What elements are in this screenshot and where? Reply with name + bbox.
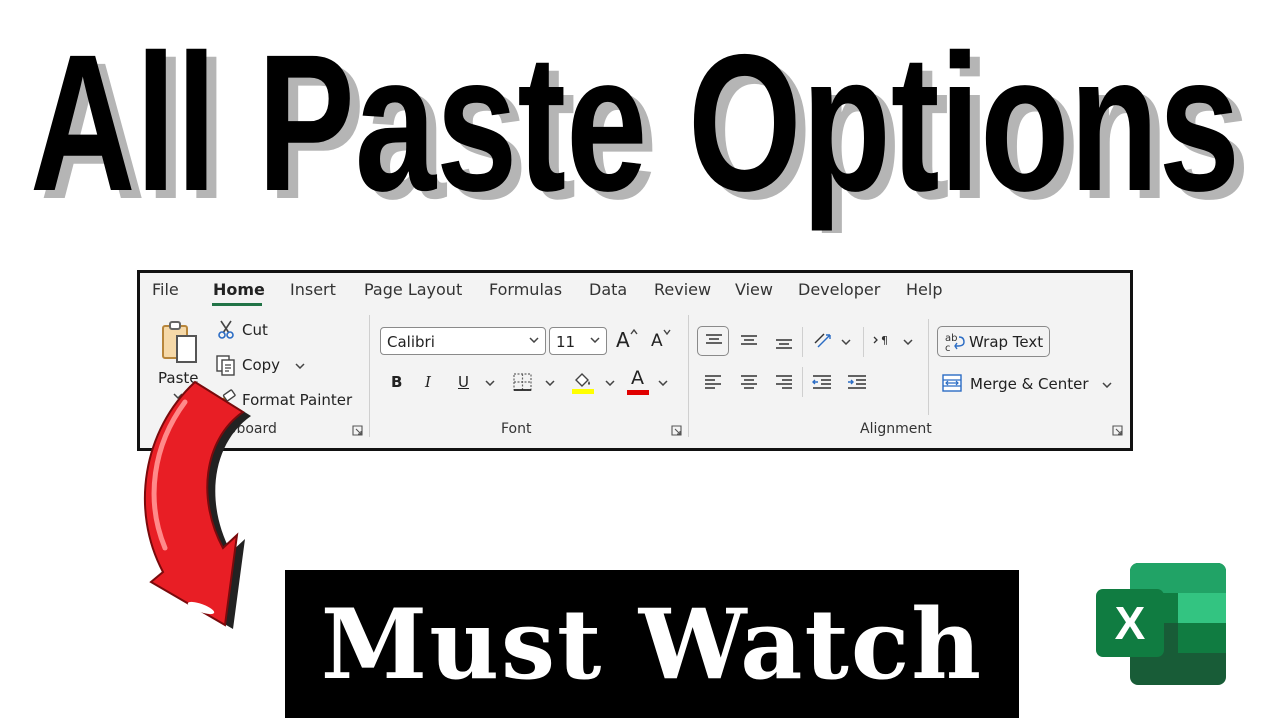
small-separator <box>802 327 803 357</box>
bold-button[interactable]: B <box>391 373 402 391</box>
small-separator <box>863 327 864 357</box>
merge-icon <box>942 374 962 392</box>
wrap-icon: ab c <box>945 333 965 353</box>
excel-icon: X <box>1096 563 1226 685</box>
clipboard-icon[interactable] <box>160 319 200 365</box>
svg-text:¶: ¶ <box>881 334 888 347</box>
tab-data[interactable]: Data <box>589 280 627 299</box>
top-align-button[interactable] <box>697 326 729 356</box>
border-icon[interactable] <box>512 372 534 392</box>
align-right-icon[interactable] <box>774 373 794 391</box>
underline-dropdown-icon[interactable] <box>485 380 495 386</box>
cut-button[interactable]: Cut <box>242 321 268 339</box>
small-separator <box>928 319 929 415</box>
merge-dropdown-icon[interactable] <box>1102 382 1112 388</box>
border-dropdown-icon[interactable] <box>545 380 555 386</box>
tab-view[interactable]: View <box>735 280 773 299</box>
alignment-launcher-icon[interactable] <box>1112 425 1123 436</box>
bottom-align-icon[interactable] <box>774 334 794 350</box>
fill-color-icon[interactable] <box>570 369 596 395</box>
svg-text:c: c <box>945 343 951 353</box>
must-watch-banner: Must Watch <box>285 570 1019 718</box>
curved-arrow-icon <box>144 380 251 629</box>
small-separator <box>802 367 803 397</box>
must-watch-text: Must Watch <box>320 588 984 701</box>
italic-button[interactable]: I <box>425 373 431 391</box>
tab-insert[interactable]: Insert <box>290 280 336 299</box>
tab-review[interactable]: Review <box>654 280 711 299</box>
text-direction-icon[interactable]: ¶ <box>873 333 895 347</box>
align-center-icon[interactable] <box>739 373 759 391</box>
shrink-font-button[interactable]: A <box>651 331 663 351</box>
orientation-dropdown-icon[interactable] <box>841 339 851 345</box>
merge-center-button[interactable]: Merge & Center <box>970 375 1089 393</box>
ribbon-tabs: File Home Insert Page Layout Formulas Da… <box>140 273 1130 307</box>
caret-down-icon <box>663 329 671 335</box>
font-size-dropdown[interactable]: 11 <box>549 327 607 355</box>
font-color-bar <box>627 390 649 395</box>
text-direction-dropdown-icon[interactable] <box>903 339 913 345</box>
active-tab-indicator <box>212 303 262 306</box>
copy-dropdown-icon[interactable] <box>295 363 305 369</box>
wrap-text-button[interactable]: ab c Wrap Text <box>937 326 1050 357</box>
middle-align-icon[interactable] <box>739 332 759 348</box>
alignment-group-label: Alignment <box>860 421 932 437</box>
tab-file[interactable]: File <box>152 280 179 299</box>
font-name-value: Calibri <box>387 333 435 351</box>
tab-help[interactable]: Help <box>906 280 942 299</box>
chevron-down-icon <box>590 337 600 343</box>
font-size-value: 11 <box>556 333 576 351</box>
group-separator <box>688 315 689 437</box>
page-title: All Paste Options All Paste Options <box>0 18 1280 233</box>
excel-logo-letter: X <box>1115 597 1146 649</box>
wrap-text-label: Wrap Text <box>969 333 1044 351</box>
decrease-indent-icon[interactable] <box>811 373 833 391</box>
scissors-icon <box>218 320 234 339</box>
font-name-dropdown[interactable]: Calibri <box>380 327 546 355</box>
title-text: All Paste Options <box>30 18 1240 232</box>
increase-indent-icon[interactable] <box>846 373 868 391</box>
top-align-icon <box>706 334 722 344</box>
tab-home[interactable]: Home <box>213 280 265 299</box>
tab-developer[interactable]: Developer <box>798 280 880 299</box>
fill-color-dropdown-icon[interactable] <box>605 380 615 386</box>
orientation-icon[interactable] <box>812 329 836 351</box>
excel-ribbon: File Home Insert Page Layout Formulas Da… <box>137 270 1133 451</box>
underline-button[interactable]: U <box>458 373 469 391</box>
font-group-label: Font <box>501 421 532 437</box>
caret-up-icon <box>630 329 638 335</box>
ribbon-groups: Paste Cut Copy Format Painter Clipboard … <box>140 309 1130 448</box>
group-separator <box>369 315 370 437</box>
clipboard-launcher-icon[interactable] <box>352 425 363 436</box>
align-left-icon[interactable] <box>703 373 723 391</box>
tab-formulas[interactable]: Formulas <box>489 280 562 299</box>
font-color-button[interactable]: A <box>631 367 644 389</box>
font-launcher-icon[interactable] <box>671 425 682 436</box>
chevron-down-icon <box>529 337 539 343</box>
font-color-dropdown-icon[interactable] <box>658 380 668 386</box>
grow-font-button[interactable]: A <box>616 328 630 352</box>
tab-page-layout[interactable]: Page Layout <box>364 280 462 299</box>
